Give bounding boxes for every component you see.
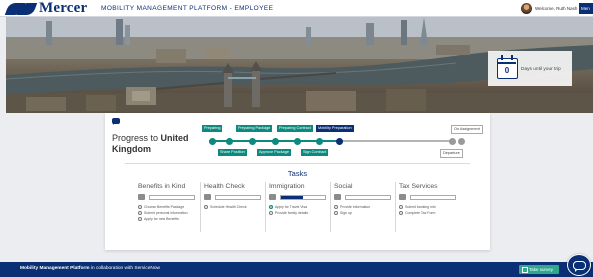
step-label-preparing: Preparing <box>202 125 223 132</box>
task-item[interactable]: Submit banking info <box>399 205 436 209</box>
mercer-logo-mark <box>4 2 38 15</box>
task-radio[interactable] <box>138 211 142 215</box>
task-item[interactable]: Provide family details <box>269 211 308 215</box>
medical-bag-icon <box>204 194 211 200</box>
money-icon <box>399 194 406 200</box>
timeline-step-dot[interactable] <box>209 137 216 145</box>
task-item[interactable]: Apply for new Benefits <box>138 217 179 221</box>
task-item[interactable]: Complete Tax Form <box>399 211 435 215</box>
step-label-preparing-contract: Preparing Contract <box>277 125 313 132</box>
column-progress-bar <box>410 195 456 200</box>
hero-banner-london: 0 Days until your trip <box>6 17 593 113</box>
column-title: Tax Services <box>399 183 438 190</box>
step-label-approve-package: Approve Package <box>257 149 291 156</box>
task-label: Provide family details <box>275 211 309 215</box>
footer-suffix: in collaboration with ServiceNow <box>90 266 160 271</box>
task-item[interactable]: Provide information <box>334 205 370 209</box>
task-label: Apply for new Benefits <box>144 217 179 221</box>
task-radio[interactable] <box>399 205 403 209</box>
task-label: Sign up <box>340 211 352 215</box>
chat-support-icon[interactable] <box>567 254 591 276</box>
task-radio[interactable] <box>138 205 142 209</box>
step-label-share-position: Share Position <box>218 149 247 156</box>
task-item[interactable]: Choose Benefits Package <box>138 205 184 209</box>
platform-title: MOBILITY MANAGEMENT PLATFORM - EMPLOYEE <box>101 5 274 12</box>
column-progress-bar <box>345 195 391 200</box>
step-label-departure: Departure <box>440 149 463 158</box>
footer-text: Mobility Management Platform in collabor… <box>20 266 160 271</box>
task-label: Choose Benefits Package <box>144 205 185 209</box>
days-until-trip-label: Days until your trip <box>521 67 561 72</box>
timeline-pending-line <box>343 140 453 142</box>
column-progress-bar <box>280 195 326 200</box>
task-item[interactable]: Submit personal information <box>138 211 188 215</box>
column-title: Benefits in Kind <box>138 183 186 190</box>
step-label-mobility-preparation: Mobility Preparation <box>316 125 354 132</box>
progress-card: Progress to United Kingdom Preparing Pre… <box>105 113 490 250</box>
task-radio[interactable] <box>334 211 338 215</box>
footer-bar: Mobility Management Platform in collabor… <box>0 262 593 277</box>
footer-brand: Mobility Management Platform <box>20 266 90 271</box>
step-label-on-assignment: On Assignment <box>451 125 483 134</box>
task-label: Complete Tax Form <box>405 211 436 215</box>
task-column-immigration: Immigration Apply for Travel Visa Provid… <box>265 182 329 232</box>
top-header: Mercer MOBILITY MANAGEMENT PLATFORM - EM… <box>0 0 593 17</box>
progress-fill <box>281 196 303 199</box>
task-column-benefits: Benefits in Kind Choose Benefits Package… <box>135 182 199 232</box>
tasks-title: Tasks <box>287 169 308 178</box>
timeline-step-dot[interactable] <box>458 137 465 145</box>
progress-title-prefix: Progress to <box>112 133 159 143</box>
chat-icon[interactable] <box>112 118 120 125</box>
mercer-logo[interactable]: Mercer <box>4 0 88 16</box>
column-title: Social <box>334 183 353 190</box>
step-label-preparing-package: Preparing Package <box>236 125 273 132</box>
timeline-step-dot[interactable] <box>294 137 301 145</box>
chat-icon <box>334 194 341 200</box>
user-menu[interactable]: Welcome, Ruth Nash <box>521 3 577 14</box>
passport-icon <box>269 194 276 200</box>
calendar-icon: 0 <box>497 55 518 79</box>
task-label: Provide information <box>340 205 371 209</box>
task-column-tax-services: Tax Services Submit banking info Complet… <box>395 182 459 232</box>
task-radio-checked[interactable] <box>269 205 273 209</box>
timeline-step-dot[interactable] <box>316 137 323 145</box>
timeline-step-dot-current[interactable] <box>336 137 343 145</box>
thumbs-up-icon <box>138 194 145 200</box>
task-radio[interactable] <box>269 211 273 215</box>
column-title: Immigration <box>269 183 305 190</box>
timeline-step-dot[interactable] <box>272 137 279 145</box>
progress-title: Progress to United Kingdom <box>112 133 189 155</box>
task-item[interactable]: Apply for Travel Visa <box>269 205 307 209</box>
task-column-social: Social Provide information Sign up <box>330 182 394 232</box>
task-radio[interactable] <box>138 217 142 221</box>
task-label: Submit personal information <box>144 211 188 215</box>
timeline-step-dot[interactable] <box>249 137 256 145</box>
timeline-step-dot[interactable] <box>226 137 233 145</box>
column-title: Health Check <box>204 183 245 190</box>
task-radio[interactable] <box>204 205 208 209</box>
task-label: Schedule Health Check <box>210 205 247 209</box>
destination-country-line2: Kingdom <box>112 144 151 154</box>
task-item[interactable]: Sign up <box>334 211 352 215</box>
column-progress-bar <box>215 195 261 200</box>
destination-country-line1: United <box>160 133 189 143</box>
task-label: Apply for Travel Visa <box>275 205 308 209</box>
timeline-step-dot[interactable] <box>449 137 456 145</box>
take-survey-button[interactable]: Take survey <box>519 265 559 274</box>
column-progress-bar <box>149 195 195 200</box>
days-count: 0 <box>504 66 510 75</box>
task-item[interactable]: Schedule Health Check <box>204 205 247 209</box>
trip-countdown-widget: 0 Days until your trip <box>488 51 572 86</box>
task-column-health-check: Health Check Schedule Health Check <box>200 182 264 232</box>
avatar <box>521 3 532 14</box>
menu-button[interactable]: Men <box>579 3 593 14</box>
logo-text: Mercer <box>39 0 88 16</box>
task-label: Submit banking info <box>405 205 436 209</box>
step-label-sign-contract: Sign Contract <box>301 149 329 156</box>
task-radio[interactable] <box>399 211 403 215</box>
divider <box>125 163 470 164</box>
welcome-text: Welcome, Ruth Nash <box>535 6 578 11</box>
task-radio[interactable] <box>334 205 338 209</box>
